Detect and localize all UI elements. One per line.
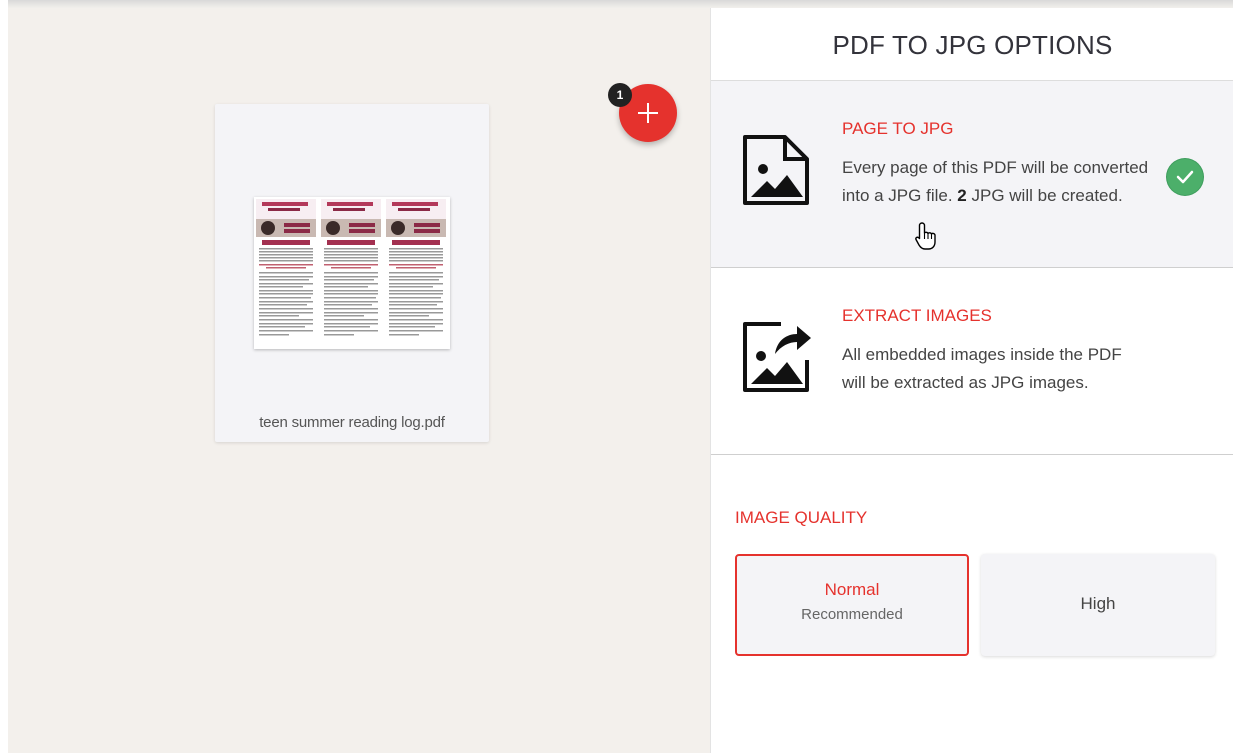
- quality-high-button[interactable]: High: [981, 554, 1215, 656]
- options-sidebar: PDF TO JPG OPTIONS PAGE TO JPG Every pag…: [710, 8, 1233, 753]
- description-text-end: JPG will be created.: [971, 186, 1123, 205]
- file-card[interactable]: teen summer reading log.pdf: [215, 104, 489, 442]
- image-extract-icon: [743, 322, 811, 392]
- image-quality-label: IMAGE QUALITY: [735, 508, 868, 527]
- top-shadow: [0, 0, 1233, 8]
- file-workspace: teen summer reading log.pdf 1: [8, 8, 710, 753]
- option-title: PAGE TO JPG: [842, 119, 954, 138]
- option-page-to-jpg[interactable]: PAGE TO JPG Every page of this PDF will …: [711, 81, 1233, 268]
- option-description: All embedded images inside the PDF will …: [842, 345, 1122, 392]
- quality-high-label: High: [1080, 594, 1116, 613]
- file-count-badge: 1: [608, 83, 632, 107]
- left-edge: [0, 0, 8, 753]
- check-icon: [1167, 159, 1203, 195]
- option-extract-images[interactable]: EXTRACT IMAGES All embedded images insid…: [711, 268, 1233, 455]
- sidebar-title: PDF TO JPG OPTIONS: [711, 8, 1233, 81]
- quality-normal-button[interactable]: Normal Recommended: [735, 554, 969, 656]
- image-page-icon: [743, 135, 809, 205]
- quality-normal-sublabel: Recommended: [801, 606, 903, 623]
- pdf-thumbnail: [254, 197, 450, 349]
- hand-cursor-icon: [915, 222, 936, 250]
- thumbnail-preview-icon: [256, 199, 446, 336]
- file-name: teen summer reading log.pdf: [259, 414, 445, 431]
- quality-normal-label: Normal: [824, 580, 880, 599]
- option-description: Every page of this PDF will be converted…: [842, 154, 1162, 210]
- jpg-count: 2: [957, 186, 967, 205]
- option-title: EXTRACT IMAGES: [842, 306, 992, 325]
